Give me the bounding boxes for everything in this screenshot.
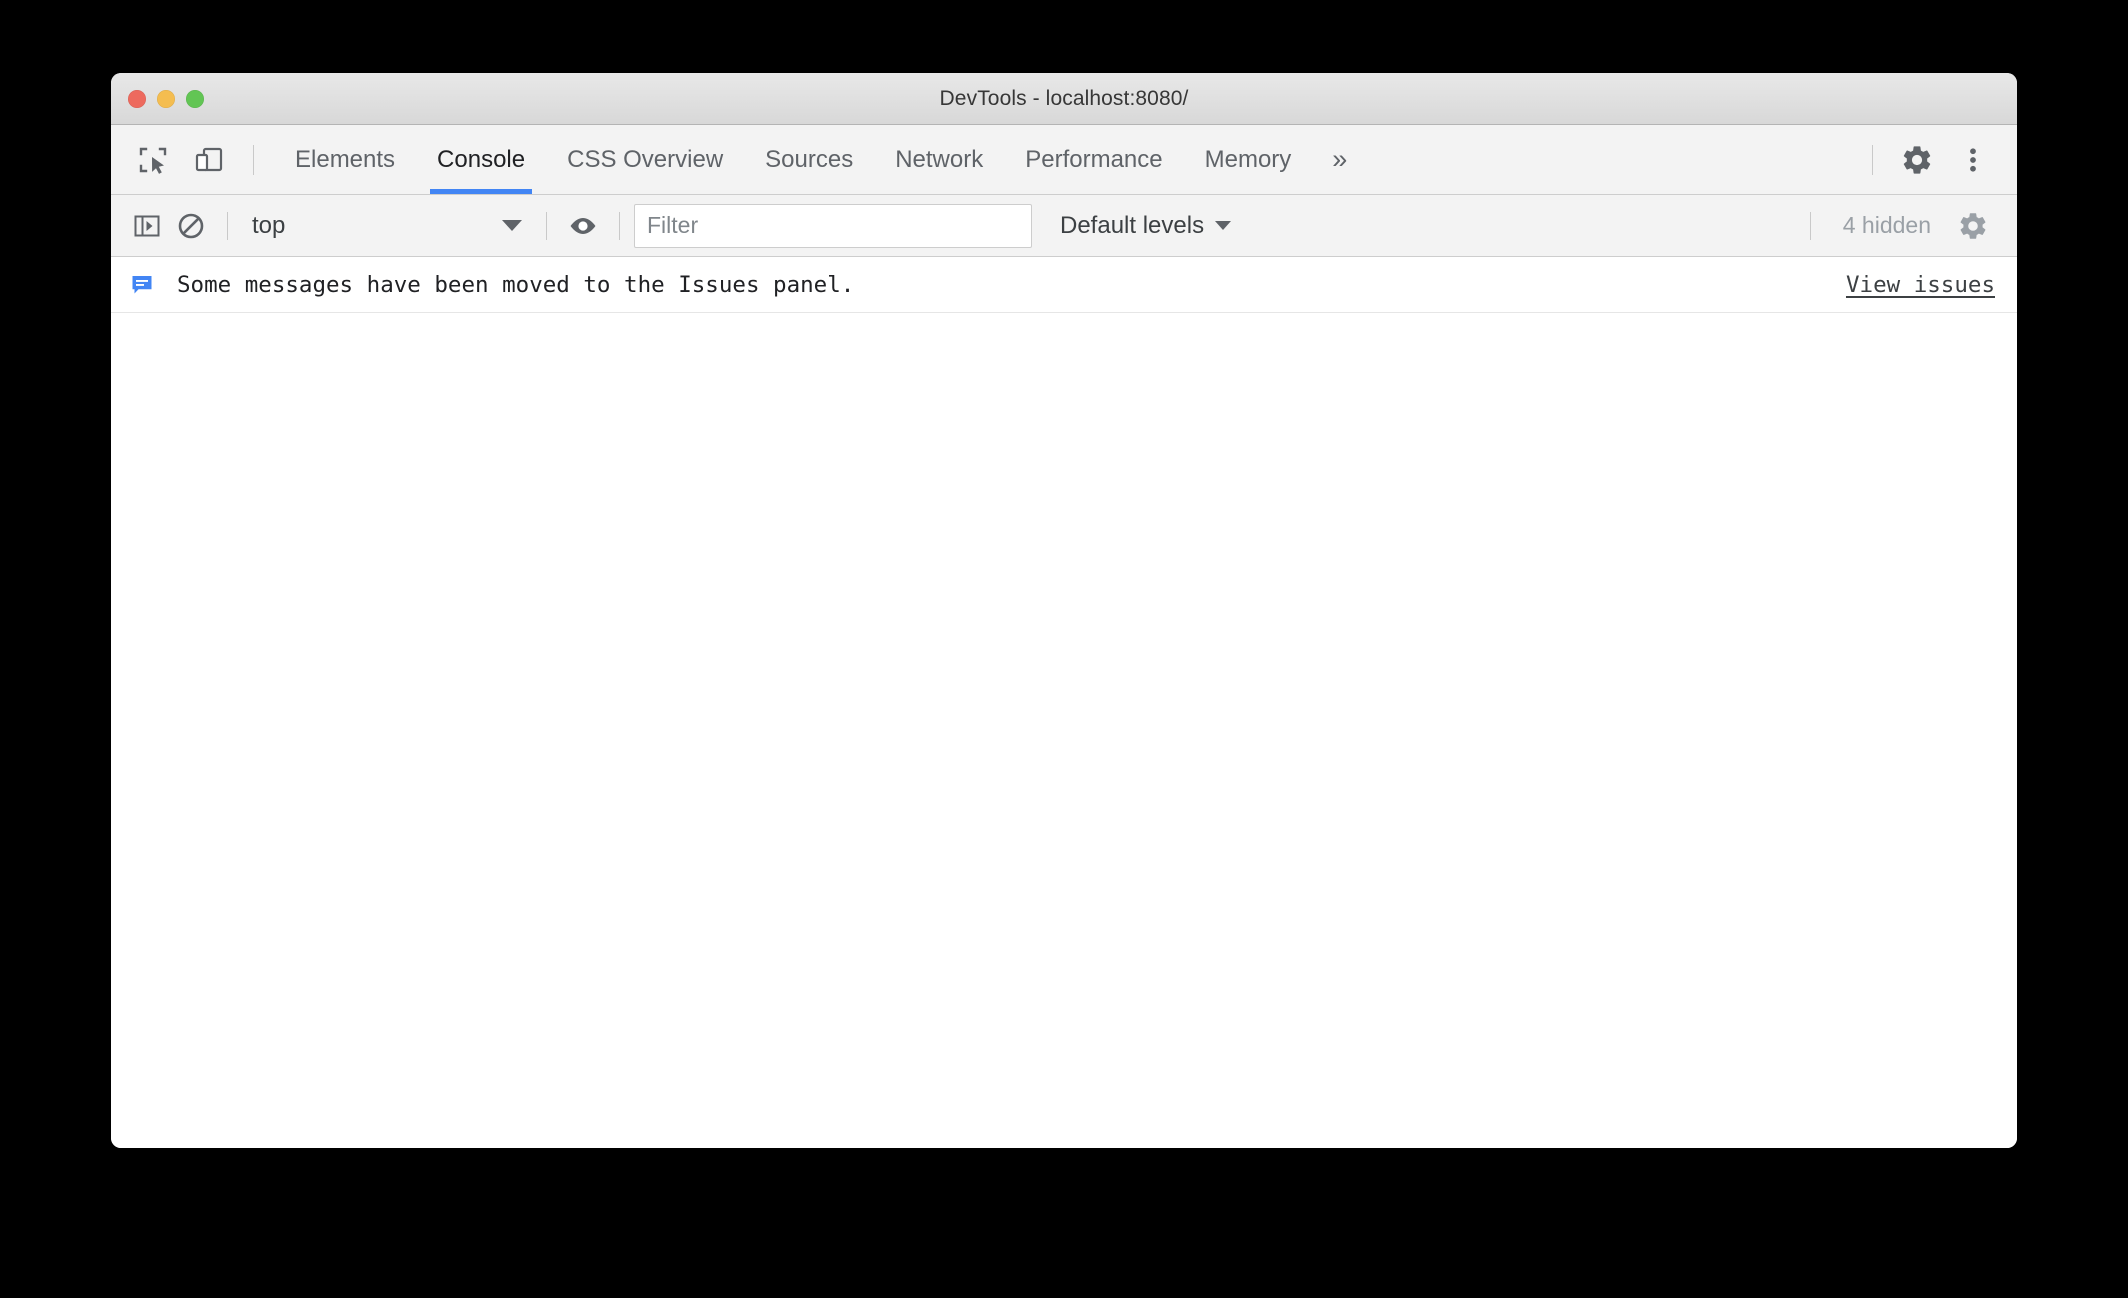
tab-label: Elements [295, 145, 396, 173]
maximize-window-button[interactable] [186, 89, 204, 108]
tabbar-actions-divider [1872, 144, 1873, 175]
console-toolbar-right: 4 hidden [1796, 204, 2017, 248]
traffic-lights [128, 73, 204, 124]
close-window-button[interactable] [128, 89, 146, 108]
devtools-window: DevTools - localhost:8080/ Elements Cons… [111, 73, 2017, 1148]
tab-label: Memory [1204, 145, 1292, 173]
console-settings-button[interactable] [1951, 204, 1995, 248]
console-toolbar-divider-2 [546, 211, 547, 240]
gear-icon [1957, 210, 1989, 242]
tab-network[interactable]: Network [874, 125, 1004, 194]
tab-console[interactable]: Console [416, 125, 546, 194]
tab-label: Network [895, 145, 984, 173]
console-message-text: Some messages have been moved to the Iss… [177, 271, 855, 298]
devtools-tabbar: Elements Console CSS Overview Sources Ne… [111, 125, 2017, 195]
console-message-list[interactable]: Some messages have been moved to the Iss… [111, 257, 2017, 1148]
console-filter-input[interactable] [634, 203, 1032, 248]
tab-label: Sources [765, 145, 854, 173]
tab-label: Console [437, 145, 526, 173]
tab-label: CSS Overview [567, 145, 724, 173]
kebab-menu-icon [1958, 145, 1988, 175]
console-sidebar-toggle-button[interactable] [125, 204, 169, 248]
window-titlebar: DevTools - localhost:8080/ [111, 73, 2017, 125]
chevron-down-icon [1215, 221, 1232, 230]
create-live-expression-button[interactable] [561, 204, 605, 248]
console-toolbar-divider-4 [1809, 211, 1811, 240]
log-levels-value: Default levels [1060, 211, 1205, 239]
window-title: DevTools - localhost:8080/ [939, 86, 1189, 110]
tab-sources[interactable]: Sources [744, 125, 874, 194]
execution-context-value: top [252, 211, 286, 239]
view-issues-link[interactable]: View issues [1846, 272, 1995, 298]
gear-icon [1900, 143, 1934, 177]
clear-console-button[interactable] [169, 204, 213, 248]
execution-context-selector[interactable]: top [242, 204, 532, 248]
devtools-main-menu-button[interactable] [1949, 136, 1997, 184]
console-sidebar-icon [132, 211, 162, 241]
tab-elements[interactable]: Elements [274, 125, 416, 194]
more-tabs-button[interactable]: » [1312, 125, 1367, 194]
clear-console-icon [176, 211, 206, 241]
device-toolbar-button[interactable] [185, 136, 233, 184]
tab-label: Performance [1025, 145, 1163, 173]
tab-memory[interactable]: Memory [1184, 125, 1313, 194]
tab-css-overview[interactable]: CSS Overview [546, 125, 744, 194]
device-toolbar-icon [193, 144, 225, 176]
chevron-down-icon [502, 220, 522, 231]
tabbar-divider [253, 144, 254, 175]
log-levels-selector[interactable]: Default levels [1054, 204, 1237, 248]
minimize-window-button[interactable] [157, 89, 175, 108]
info-message-icon [129, 272, 155, 298]
eye-icon [567, 210, 599, 242]
console-toolbar-divider-3 [619, 211, 620, 240]
inspect-element-icon [137, 144, 169, 176]
console-toolbar-divider-1 [227, 211, 228, 240]
console-toolbar: top Default levels 4 hidden [111, 195, 2017, 257]
panel-tabs: Elements Console CSS Overview Sources Ne… [274, 125, 1367, 194]
inspect-element-button[interactable] [129, 136, 177, 184]
tabbar-actions [1852, 136, 2017, 184]
tab-performance[interactable]: Performance [1004, 125, 1183, 194]
devtools-settings-button[interactable] [1893, 136, 1941, 184]
chevron-double-right-icon: » [1332, 144, 1348, 174]
hidden-messages-count[interactable]: 4 hidden [1843, 212, 1931, 239]
console-message-row[interactable]: Some messages have been moved to the Iss… [111, 257, 2017, 313]
